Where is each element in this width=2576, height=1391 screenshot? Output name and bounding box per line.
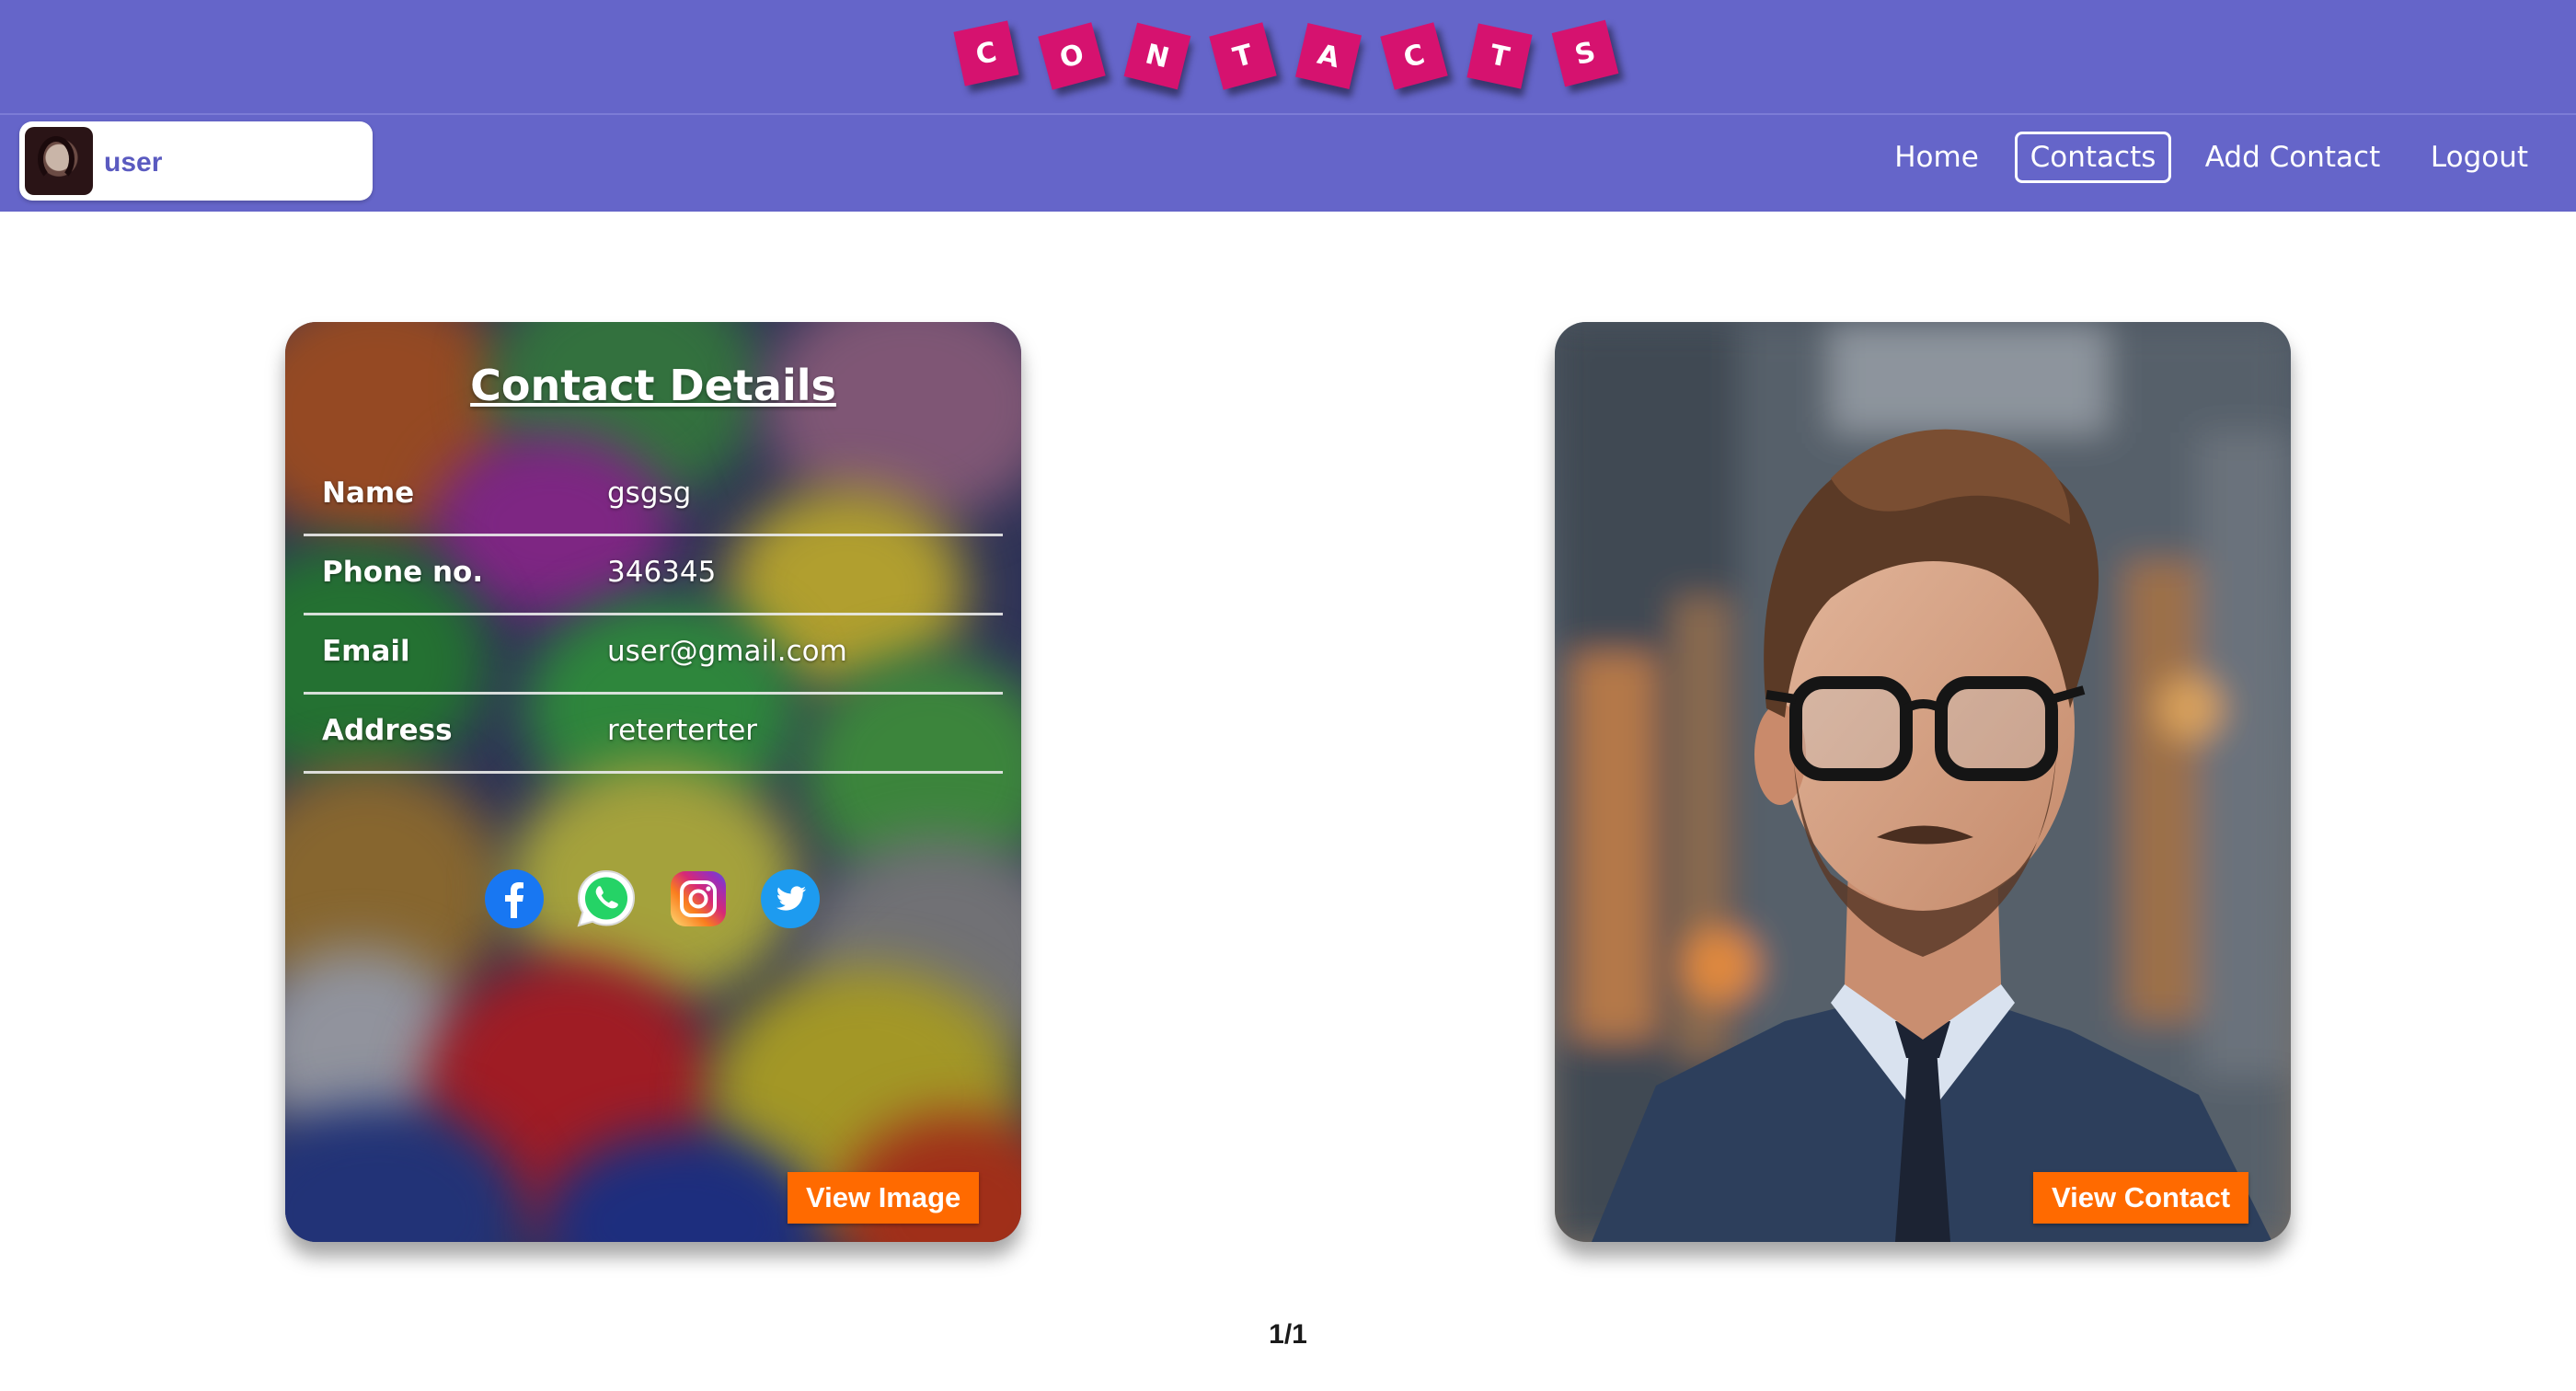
facebook-icon[interactable] [484,868,545,929]
detail-row-address: Address reterterter [304,692,1003,774]
contact-details-card: Contact Details Name gsgsg Phone no. 346… [285,322,1021,1242]
title-letter: A [1295,23,1362,89]
view-contact-button[interactable]: View Contact [2033,1172,2249,1224]
whatsapp-icon[interactable] [576,868,637,929]
nav-add-contact[interactable]: Add Contact [2202,132,2383,183]
detail-label: Email [322,635,410,668]
title-letter: C [1380,22,1448,90]
title-letter: O [1038,22,1106,90]
detail-value: user@gmail.com [607,635,847,668]
detail-label: Phone no. [322,556,484,589]
title-bar: C O N T A C T S [0,0,2576,113]
avatar-hair [38,136,75,182]
detail-value: reterterter [607,714,758,747]
nav-home[interactable]: Home [1886,132,1987,183]
title-letter: C [953,20,1019,86]
detail-label: Address [322,714,453,747]
detail-label: Name [322,477,415,510]
avatar [25,127,93,195]
twitter-icon[interactable] [760,868,821,929]
page-title: C O N T A C T S [953,19,1621,99]
card-title: Contact Details [470,361,836,410]
user-name: user [104,147,163,178]
contact-image-card: View Contact [1555,322,2291,1242]
nav-logout[interactable]: Logout [2425,132,2534,183]
title-letter: N [1123,22,1191,90]
nav-contacts[interactable]: Contacts [2015,132,2171,183]
view-image-button[interactable]: View Image [788,1172,980,1224]
user-profile[interactable]: user [19,121,373,201]
nav-bar: user Home Contacts Add Contact Logout [0,115,2576,212]
contact-photo [1555,322,2291,1242]
detail-row-email: Email user@gmail.com [304,613,1003,695]
detail-value: gsgsg [607,477,692,510]
title-letter: S [1551,19,1619,87]
title-letter: T [1209,22,1277,90]
title-letter: T [1466,23,1533,89]
detail-row-phone: Phone no. 346345 [304,534,1003,615]
instagram-icon[interactable] [668,868,729,929]
detail-value: 346345 [607,556,717,589]
pagination-indicator: 1/1 [1269,1319,1307,1350]
detail-row-name: Name gsgsg [304,454,1003,536]
